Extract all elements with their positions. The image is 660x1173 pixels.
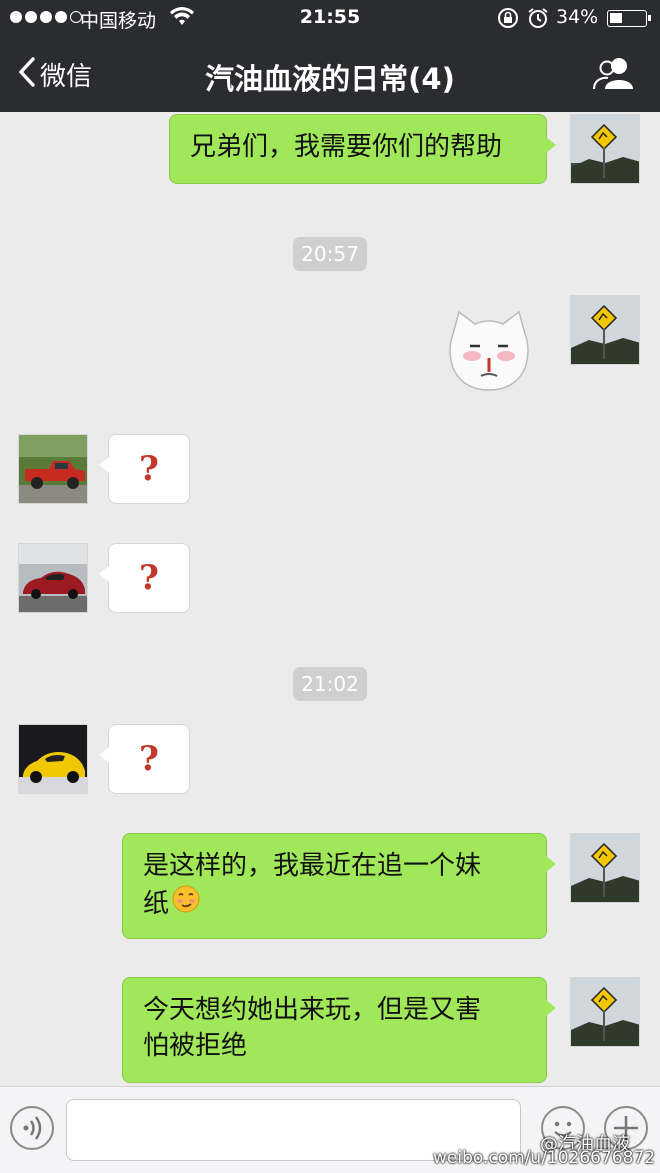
my-avatar[interactable] [570, 977, 640, 1047]
message-text: 兄弟们，我需要你们的帮助 [190, 132, 503, 162]
red-sedan-avatar[interactable] [18, 543, 88, 613]
message-text-line: 今天想约她出来玩，但是又害 [143, 995, 482, 1025]
blushing-cat-face-sticker[interactable] [445, 306, 533, 392]
my-avatar[interactable] [570, 114, 640, 184]
watermark-url: weibo.com/u/1026676872 [433, 1148, 656, 1168]
status-bar: 中国移动 21:55 34% [0, 0, 660, 36]
battery-icon [607, 10, 651, 27]
red-pickup-truck-avatar[interactable] [18, 434, 88, 504]
message-bubble[interactable]: ? [99, 434, 190, 504]
rotation-lock-icon [497, 7, 519, 34]
timestamp: 21:02 [293, 667, 367, 701]
message-bubble[interactable]: ? [99, 724, 190, 794]
my-avatar[interactable] [570, 295, 640, 365]
top-bar: 中国移动 21:55 34% 微信 汽油血液的日常(4) [0, 0, 660, 112]
alarm-icon [527, 7, 549, 34]
voice-icon [23, 1116, 42, 1140]
message-bubble[interactable]: ? [99, 543, 190, 613]
message-text: ? [139, 739, 159, 779]
message-text: ? [139, 558, 159, 598]
message-bubble[interactable]: 是这样的，我最近在追一个妹 纸 [122, 833, 556, 939]
group-members-icon[interactable] [592, 55, 638, 91]
yellow-sports-car-avatar[interactable] [18, 724, 88, 794]
message-bubble[interactable]: 兄弟们，我需要你们的帮助 [169, 114, 556, 184]
my-avatar[interactable] [570, 833, 640, 903]
voice-input-button[interactable] [10, 1106, 54, 1150]
timestamp: 20:57 [293, 237, 367, 271]
battery-percent: 34% [556, 6, 599, 28]
message-bubble[interactable]: 今天想约她出来玩，但是又害 怕被拒绝 [122, 977, 556, 1083]
message-text-line: 纸 [143, 889, 170, 919]
message-text-line-2: 纸 [143, 884, 526, 924]
message-text-line: 是这样的，我最近在追一个妹 [143, 851, 482, 881]
message-text: ? [139, 449, 159, 489]
smirk-emoji-icon [171, 884, 201, 924]
chat-title: 汽油血液的日常(4) [205, 62, 455, 96]
message-text-line: 怕被拒绝 [143, 1031, 248, 1061]
